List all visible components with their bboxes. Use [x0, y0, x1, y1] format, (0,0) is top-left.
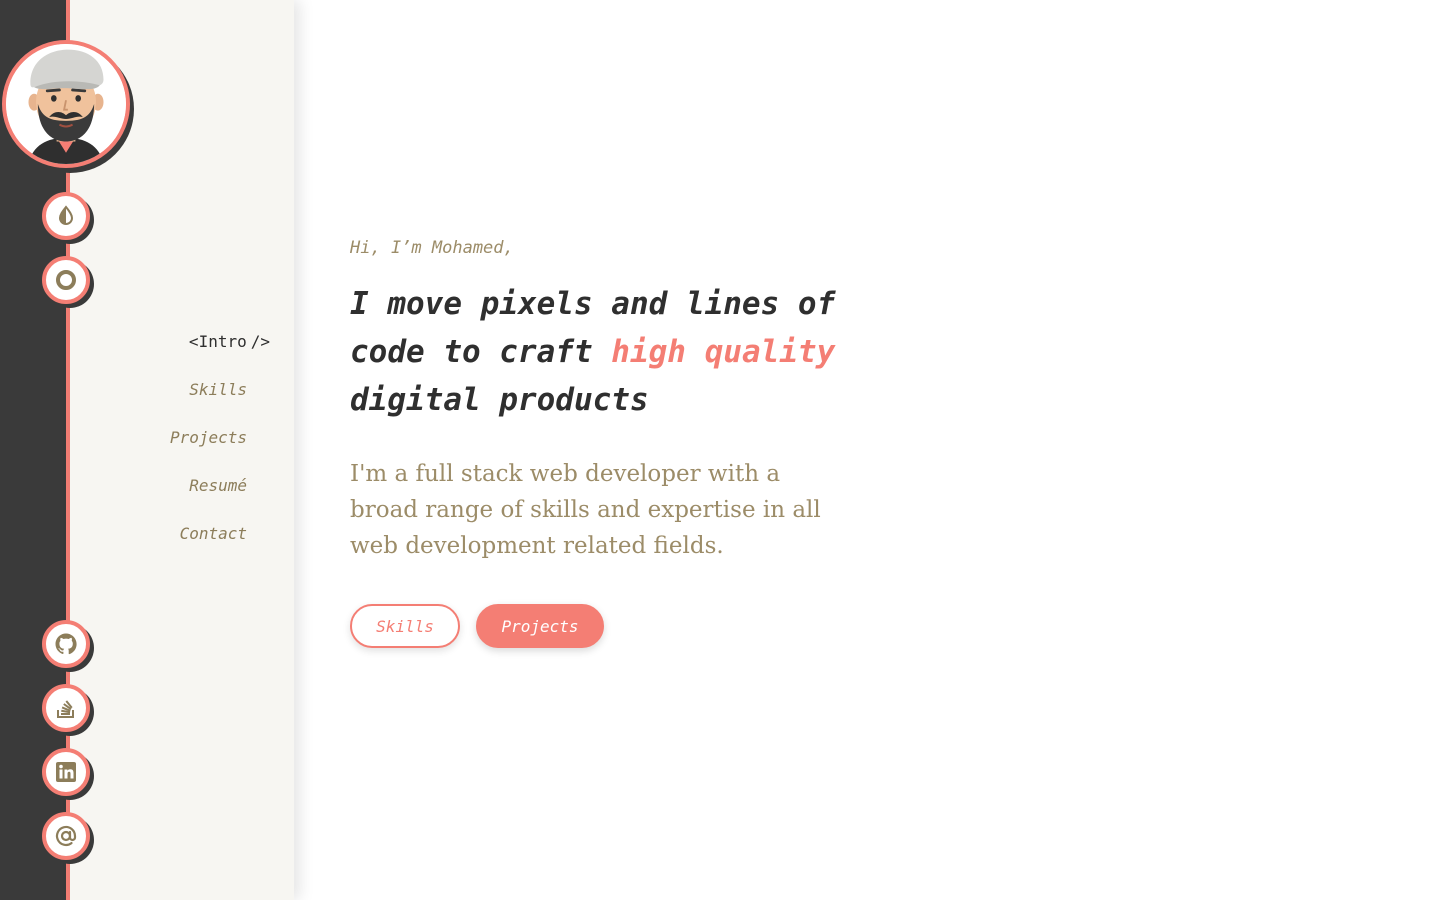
avatar[interactable]: [2, 40, 130, 168]
nav-item-label: Intro: [198, 332, 247, 351]
nav-item-intro[interactable]: <Intro/>: [70, 326, 294, 374]
nav-item-projects[interactable]: Projects: [70, 422, 294, 470]
intro-paragraph: I'm a full stack web developer with a br…: [350, 461, 821, 559]
contrast-icon: [58, 205, 74, 225]
ring-icon: [56, 270, 76, 290]
nav-item-label: Skills: [189, 380, 247, 399]
color-mode-button[interactable]: [42, 256, 90, 304]
projects-button[interactable]: Projects: [476, 604, 604, 648]
avatar-cartoon-icon: [6, 44, 126, 164]
headline: I move pixels and lines of code to craft…: [350, 286, 836, 418]
linkedin-link[interactable]: [42, 748, 90, 796]
github-link[interactable]: [42, 620, 90, 668]
main-nav: <Intro/> Skills Projects Resumé Contact: [70, 326, 294, 566]
stackoverflow-icon: [57, 700, 74, 718]
nav-item-label: Resumé: [189, 476, 247, 495]
theme-toggle-button[interactable]: [42, 192, 90, 240]
skills-button[interactable]: Skills: [350, 604, 460, 648]
github-icon: [55, 633, 77, 655]
nav-item-label: Projects: [169, 428, 247, 447]
headline-highlight: high quality: [611, 334, 836, 370]
email-link[interactable]: [42, 812, 90, 860]
greeting-text: Hi, I’m Mohamed,: [350, 238, 514, 258]
nav-item-skills[interactable]: Skills: [70, 374, 294, 422]
linkedin-icon: [56, 762, 76, 782]
at-sign-icon: [55, 825, 77, 847]
stackoverflow-link[interactable]: [42, 684, 90, 732]
nav-item-label: Contact: [179, 524, 247, 543]
nav-item-resume[interactable]: Resumé: [70, 470, 294, 518]
nav-item-contact[interactable]: Contact: [70, 518, 294, 566]
